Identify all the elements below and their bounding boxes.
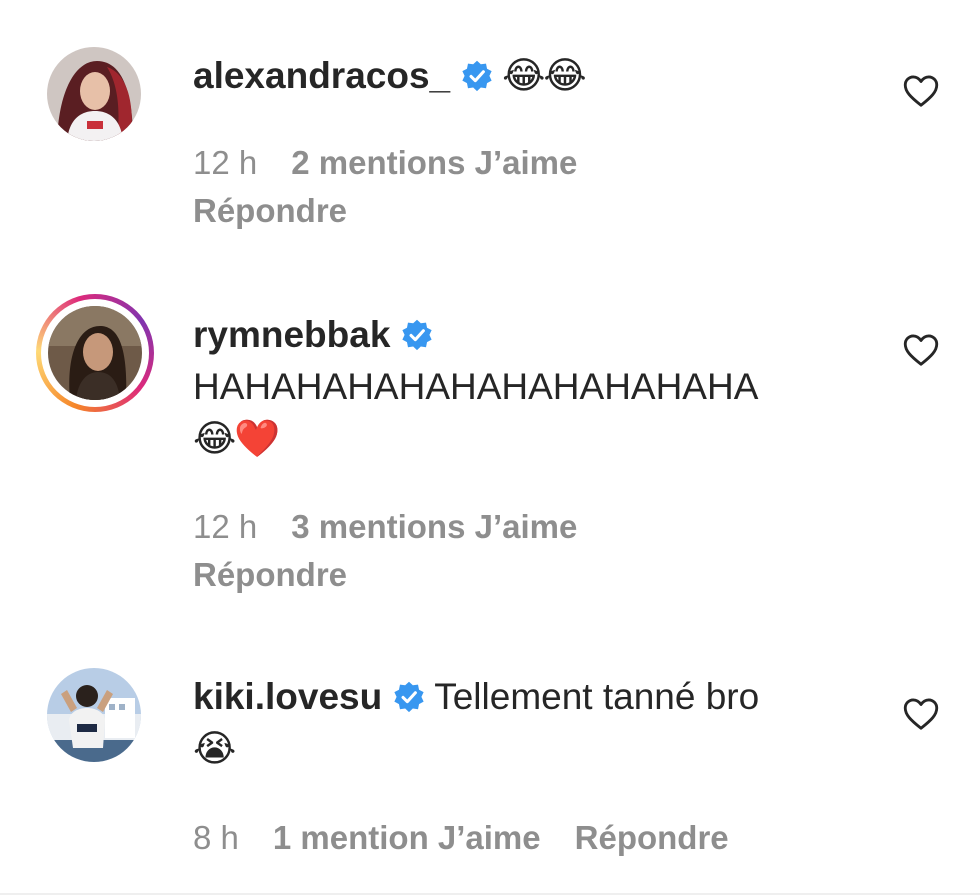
avatar-person-outdoors-icon xyxy=(47,668,141,762)
comment-meta: 8 h 1 mention J’aime Répondre xyxy=(193,815,729,861)
avatar[interactable] xyxy=(47,668,141,762)
reply-button[interactable]: Répondre xyxy=(575,819,729,856)
comment-text: Tellement tanné bro xyxy=(434,676,760,717)
comments-panel: alexandracos_ 😂😂 12 h2 mentions J’aime Ré… xyxy=(0,0,980,895)
comment-time[interactable]: 8 h xyxy=(193,819,239,856)
comment-likes[interactable]: 1 mention J’aime xyxy=(273,819,541,856)
comment-username[interactable]: kiki.lovesu xyxy=(193,676,382,717)
comment-text-emoji: 😭 xyxy=(193,728,237,769)
heart-outline-icon xyxy=(903,698,939,730)
verified-badge-icon xyxy=(392,680,426,714)
like-button[interactable] xyxy=(903,697,939,731)
comment-item: kiki.lovesu Tellement tanné bro 😭 8 h 1 me… xyxy=(0,0,980,880)
